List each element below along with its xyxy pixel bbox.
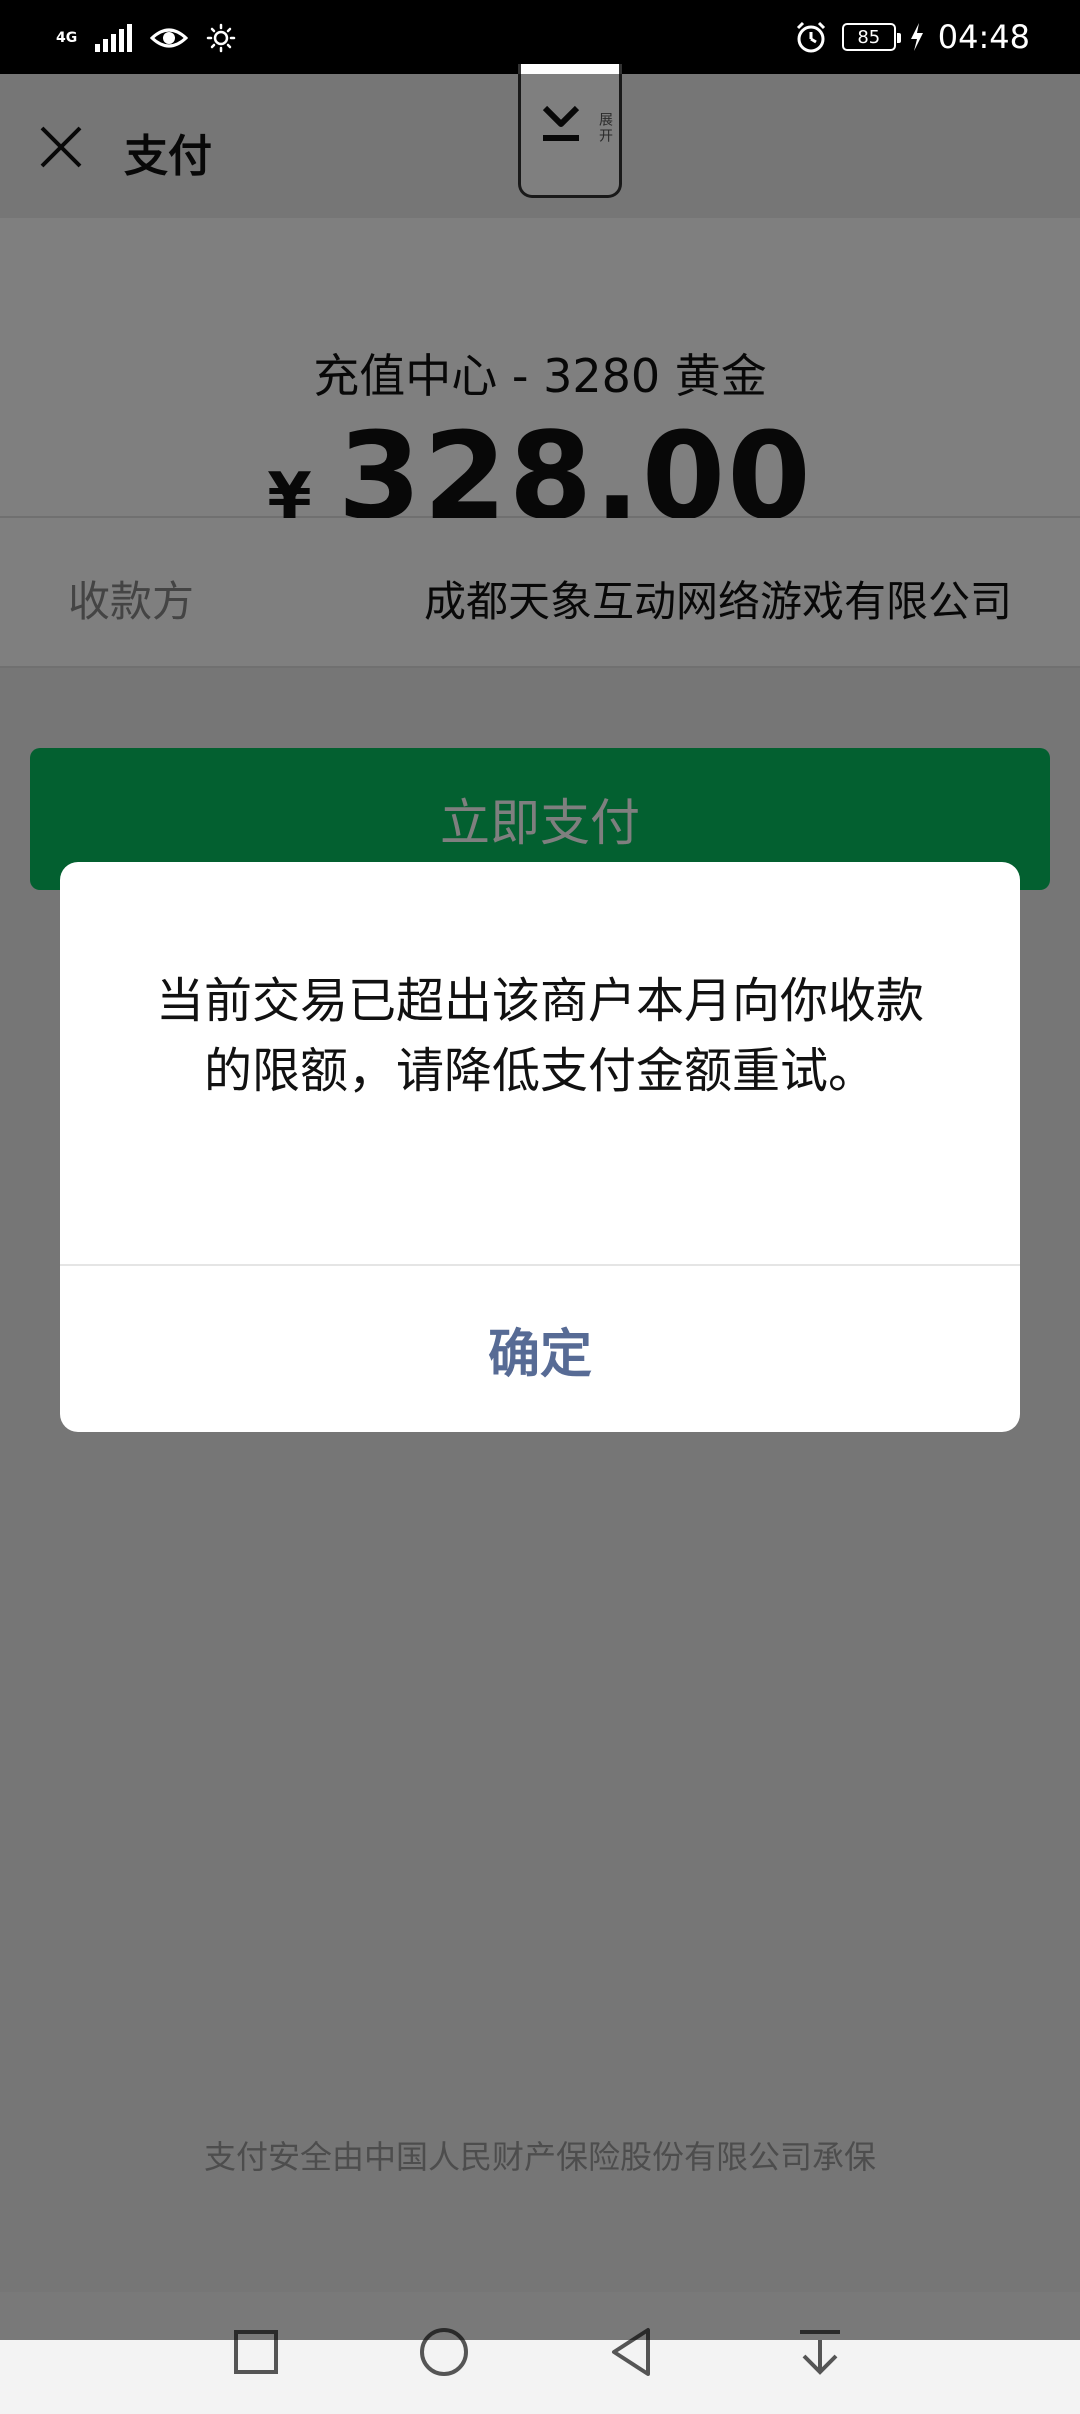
clock: 04:48 — [937, 18, 1030, 56]
dialog-message: 当前交易已超出该商户本月向你收款的限额，请降低支付金额重试。 — [155, 973, 924, 1099]
charging-icon — [910, 23, 923, 51]
battery-icon: 85 — [841, 23, 901, 51]
brightness-icon — [206, 23, 236, 53]
alarm-icon — [796, 21, 825, 53]
network-indicator: 4G — [56, 31, 77, 45]
status-bar: 4G 85 04:48 — [0, 0, 1080, 74]
status-left: 4G — [56, 18, 236, 58]
alert-dialog: 当前交易已超出该商户本月向你收款的限额，请降低支付金额重试。 确定 — [60, 862, 1020, 1432]
battery-level: 85 — [857, 26, 881, 48]
status-right: 85 04:48 — [794, 14, 1030, 60]
network-type: 4G — [56, 30, 78, 46]
eye-icon — [150, 28, 189, 48]
signal-icon — [95, 24, 133, 52]
confirm-button[interactable]: 确定 — [60, 1266, 1020, 1432]
